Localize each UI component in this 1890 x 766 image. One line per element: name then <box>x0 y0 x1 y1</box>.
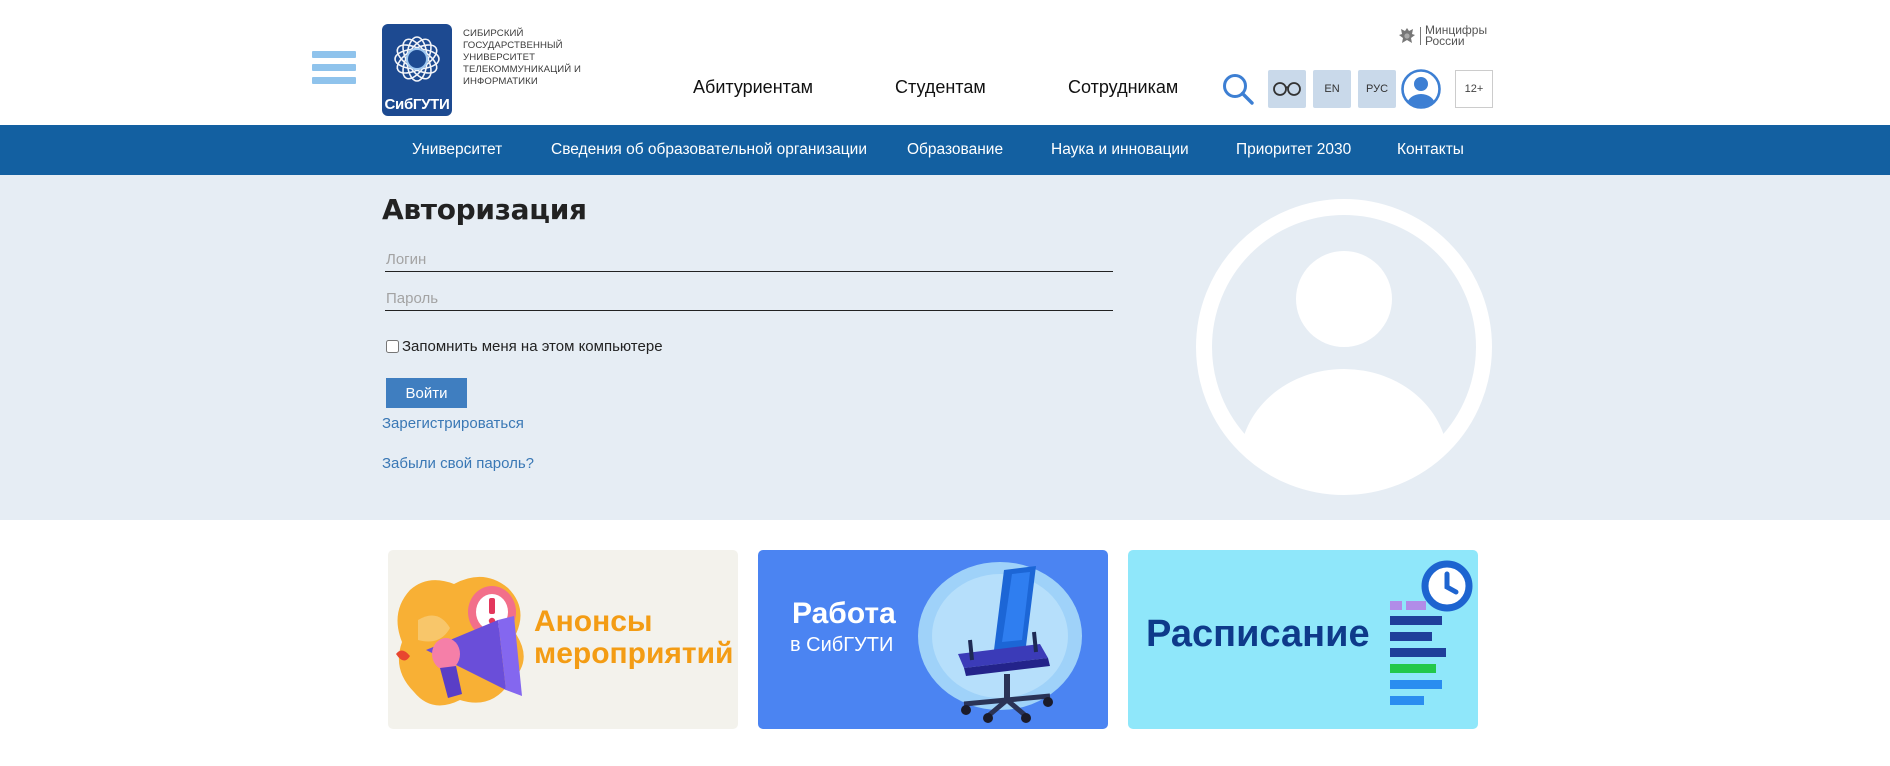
register-link[interactable]: Зарегистрироваться <box>382 415 524 432</box>
banner-jobs-line1: Работа <box>792 597 896 630</box>
banner-events[interactable]: Анонсы мероприятий <box>388 550 738 729</box>
login-button[interactable]: Войти <box>386 378 467 408</box>
banner-schedule-title: Расписание <box>1146 613 1370 655</box>
page-title: Авторизация <box>382 193 587 226</box>
university-name: Сибирский государственный университет те… <box>463 28 582 87</box>
password-input[interactable] <box>385 287 1113 311</box>
ministry-line2: России <box>1425 34 1465 48</box>
main-navigation: Университет Сведения об образовательной … <box>0 125 1890 175</box>
banner-jobs-line2: в СибГУТИ <box>790 634 894 656</box>
nav-priority-2030[interactable]: Приоритет 2030 <box>1236 141 1351 159</box>
age-rating-badge: 12+ <box>1455 70 1493 108</box>
search-icon[interactable] <box>1221 72 1255 106</box>
logo-text: СибГУТИ <box>384 96 450 113</box>
user-account-icon[interactable] <box>1401 69 1441 109</box>
banner-events-line2: мероприятий <box>534 637 734 670</box>
lang-ru-button[interactable]: РУС <box>1358 70 1396 108</box>
nav-education[interactable]: Образование <box>907 141 1003 159</box>
forgot-password-link[interactable]: Забыли свой пароль? <box>382 455 534 472</box>
auth-section: Авторизация Запомнить меня на этом компь… <box>0 175 1890 520</box>
avatar-placeholder-icon <box>1196 199 1492 495</box>
nav-organization-info[interactable]: Сведения об образовательной организации <box>551 141 867 159</box>
remember-label: Запомнить меня на этом компьютере <box>402 338 663 355</box>
topnav-staff[interactable]: Сотрудникам <box>1068 77 1178 98</box>
university-logo[interactable]: СибГУТИ <box>382 24 452 116</box>
topnav-students[interactable]: Студентам <box>895 77 986 98</box>
nav-university[interactable]: Университет <box>412 141 502 159</box>
nav-science[interactable]: Наука и инновации <box>1051 141 1189 159</box>
menu-icon[interactable] <box>312 51 356 85</box>
remember-me[interactable]: Запомнить меня на этом компьютере <box>386 338 663 355</box>
accessibility-glasses-icon[interactable] <box>1268 70 1306 108</box>
logo-rings-icon <box>394 36 440 82</box>
banner-events-line1: Анонсы <box>534 605 653 638</box>
banner-jobs[interactable]: Работа в СибГУТИ <box>758 550 1108 729</box>
nav-contacts[interactable]: Контакты <box>1397 141 1464 159</box>
remember-checkbox[interactable] <box>386 340 399 353</box>
lang-en-button[interactable]: EN <box>1313 70 1351 108</box>
banner-schedule[interactable]: Расписание <box>1128 550 1478 729</box>
ministry-logo[interactable]: Минцифры России <box>1397 24 1493 48</box>
topnav-applicants[interactable]: Абитуриентам <box>693 77 813 98</box>
eagle-icon <box>1399 28 1415 43</box>
site-header: СибГУТИ Сибирский государственный универ… <box>0 0 1890 125</box>
login-input[interactable] <box>385 248 1113 272</box>
